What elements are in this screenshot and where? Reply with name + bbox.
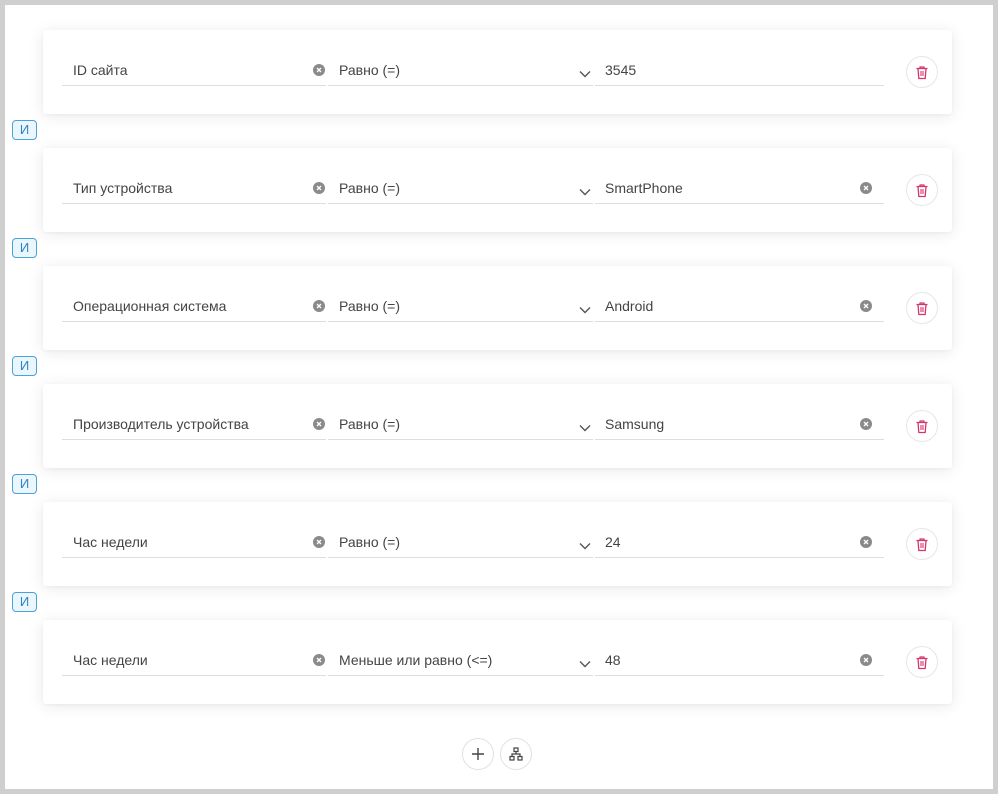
field-select[interactable]: Час недели	[62, 502, 326, 558]
operator-select-value: Равно (=)	[339, 298, 401, 314]
add-condition-button[interactable]	[462, 738, 494, 770]
value-input-text: Samsung	[605, 416, 665, 432]
condition-row: Тип устройства Равно (=) SmartPhone	[43, 148, 952, 232]
chevron-down-icon[interactable]	[579, 537, 591, 550]
hierarchy-icon	[509, 747, 523, 761]
operator-select-value: Равно (=)	[339, 180, 401, 196]
chevron-down-icon[interactable]	[579, 301, 591, 314]
value-input[interactable]: SmartPhone	[595, 148, 884, 204]
and-connector-badge[interactable]: И	[12, 356, 37, 376]
operator-select-value: Меньше или равно (<=)	[339, 652, 493, 668]
delete-condition-button[interactable]	[906, 528, 938, 560]
clear-circle-icon[interactable]	[313, 64, 325, 76]
value-input[interactable]: 24	[595, 502, 884, 558]
value-input[interactable]: 3545	[595, 30, 884, 86]
clear-circle-icon[interactable]	[860, 300, 872, 312]
add-group-button[interactable]	[500, 738, 532, 770]
chevron-down-icon[interactable]	[579, 655, 591, 668]
operator-select-value: Равно (=)	[339, 62, 401, 78]
and-connector-badge[interactable]: И	[12, 474, 37, 494]
trash-icon	[915, 301, 929, 316]
operator-select[interactable]: Равно (=)	[328, 266, 593, 322]
value-input[interactable]: 48	[595, 620, 884, 676]
field-select[interactable]: ID сайта	[62, 30, 326, 86]
trash-icon	[915, 537, 929, 552]
field-select-value: Тип устройства	[73, 180, 173, 196]
operator-select-value: Равно (=)	[339, 534, 401, 550]
trash-icon	[915, 183, 929, 198]
field-select[interactable]: Тип устройства	[62, 148, 326, 204]
chevron-down-icon[interactable]	[579, 183, 591, 196]
delete-condition-button[interactable]	[906, 174, 938, 206]
delete-condition-button[interactable]	[906, 292, 938, 324]
clear-circle-icon[interactable]	[313, 300, 325, 312]
clear-circle-icon[interactable]	[860, 418, 872, 430]
value-input[interactable]: Samsung	[595, 384, 884, 440]
condition-row: Час недели Равно (=) 24	[43, 502, 952, 586]
value-input-text: 48	[605, 652, 621, 668]
value-input-text: 3545	[605, 62, 637, 78]
plus-icon	[472, 748, 484, 760]
delete-condition-button[interactable]	[906, 646, 938, 678]
clear-circle-icon[interactable]	[313, 654, 325, 666]
chevron-down-icon[interactable]	[579, 65, 591, 78]
operator-select-value: Равно (=)	[339, 416, 401, 432]
operator-select[interactable]: Равно (=)	[328, 148, 593, 204]
operator-select[interactable]: Равно (=)	[328, 502, 593, 558]
operator-select[interactable]: Равно (=)	[328, 384, 593, 440]
operator-select[interactable]: Меньше или равно (<=)	[328, 620, 593, 676]
value-input-text: 24	[605, 534, 621, 550]
and-connector-badge[interactable]: И	[12, 120, 37, 140]
condition-row: Производитель устройства Равно (=) Samsung	[43, 384, 952, 468]
value-input-text: Android	[605, 298, 654, 314]
clear-circle-icon[interactable]	[313, 418, 325, 430]
field-select[interactable]: Производитель устройства	[62, 384, 326, 440]
trash-icon	[915, 419, 929, 434]
and-connector-badge[interactable]: И	[12, 238, 37, 258]
value-input[interactable]: Android	[595, 266, 884, 322]
field-select-value: ID сайта	[73, 62, 128, 78]
delete-condition-button[interactable]	[906, 56, 938, 88]
field-select[interactable]: Час недели	[62, 620, 326, 676]
value-input-text: SmartPhone	[605, 180, 683, 196]
operator-select[interactable]: Равно (=)	[328, 30, 593, 86]
condition-row: Операционная система Равно (=) Android	[43, 266, 952, 350]
clear-circle-icon[interactable]	[313, 536, 325, 548]
field-select-value: Операционная система	[73, 298, 227, 314]
field-select-value: Час недели	[73, 652, 148, 668]
delete-condition-button[interactable]	[906, 410, 938, 442]
condition-row: Час недели Меньше или равно (<=) 48	[43, 620, 952, 704]
trash-icon	[915, 65, 929, 80]
and-connector-badge[interactable]: И	[12, 592, 37, 612]
field-select-value: Час недели	[73, 534, 148, 550]
chevron-down-icon[interactable]	[579, 419, 591, 432]
clear-circle-icon[interactable]	[860, 182, 872, 194]
trash-icon	[915, 655, 929, 670]
clear-circle-icon[interactable]	[313, 182, 325, 194]
field-select[interactable]: Операционная система	[62, 266, 326, 322]
clear-circle-icon[interactable]	[860, 654, 872, 666]
clear-circle-icon[interactable]	[860, 536, 872, 548]
field-select-value: Производитель устройства	[73, 416, 249, 432]
condition-row: ID сайта Равно (=) 3545	[43, 30, 952, 114]
